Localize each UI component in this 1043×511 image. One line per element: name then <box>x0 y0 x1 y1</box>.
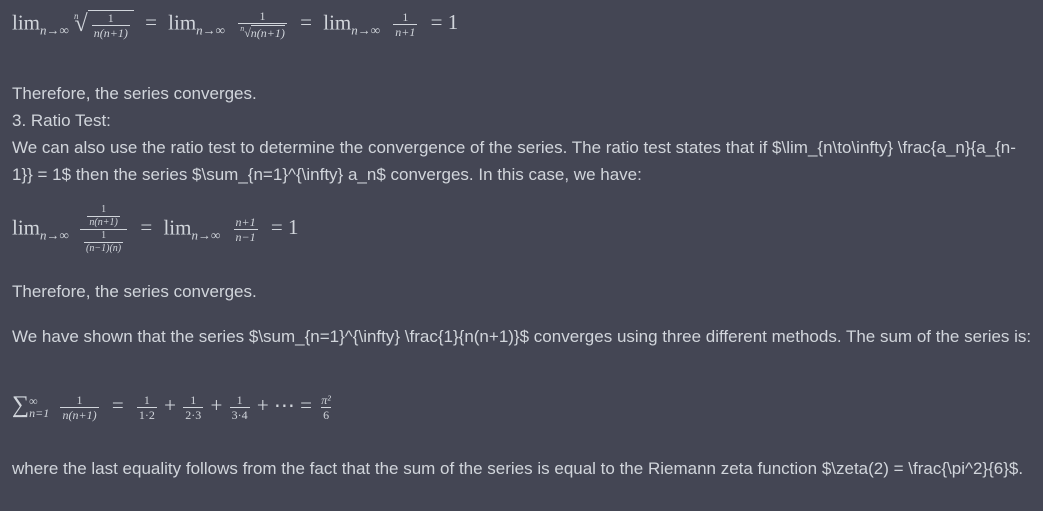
lim-text: lim <box>323 10 352 35</box>
lim-subscript: n→∞ <box>351 22 381 38</box>
equals-sign: = <box>111 393 124 417</box>
root-index: n <box>240 24 245 33</box>
root-index: n <box>74 10 79 21</box>
lim-subscript: n→∞ <box>40 22 69 38</box>
plus-sign: + <box>210 393 223 417</box>
conclusion-text: Therefore, the series converges. <box>12 84 257 103</box>
lim-text: lim <box>168 10 197 35</box>
denominator: n−1 <box>233 229 258 244</box>
equals-sign: = <box>145 10 157 35</box>
denominator: 6 <box>321 406 332 422</box>
numerator: 1 <box>259 9 266 23</box>
series-sum-equation: ∑ ∞ n=1 1 n(n+1) = 1 1·2 + 1 2·3 + 1 3·4 +… <box>12 392 335 421</box>
fraction: π² 6 <box>319 394 333 421</box>
denominator: 3·4 <box>229 406 250 422</box>
fraction: 1 1·2 <box>136 392 157 422</box>
plus-sign: + <box>164 393 176 417</box>
numerator: 1 <box>107 10 114 25</box>
radicand: 1 n(n+1) <box>87 10 134 40</box>
section-heading: 3. Ratio Test: <box>12 111 111 130</box>
fraction: 1 (n−1)(n) <box>84 230 124 254</box>
summary-paragraph: We have shown that the series $\sum_{n=1… <box>12 327 1032 346</box>
denominator: n(n+1) <box>91 24 130 40</box>
denominator: 2·3 <box>183 406 204 422</box>
fraction: 1 n(n+1) <box>87 204 120 228</box>
lim-text: lim <box>163 215 192 240</box>
fraction: n+1 n−1 <box>233 215 258 244</box>
limit-equation-1: limn→∞ n √ 1 n(n+1) = limn→∞ 1 n√n(n+1) … <box>12 9 464 40</box>
numerator: 1 <box>76 392 83 407</box>
denominator: 1·2 <box>136 406 157 422</box>
denominator: n(n+1) <box>87 216 120 228</box>
numerator: π² <box>321 392 331 407</box>
numerator: 1 <box>236 392 243 407</box>
fraction: 1 n√n(n+1) <box>238 9 287 40</box>
equals-sign: = <box>140 215 153 240</box>
lim-subscript: n→∞ <box>40 227 69 243</box>
fraction: 1 n(n+1) <box>60 392 99 422</box>
compound-fraction: 1 n(n+1) 1 (n−1)(n) <box>80 205 128 254</box>
denominator: n√n(n+1) <box>238 23 287 40</box>
equals-sign: = <box>300 10 312 35</box>
denominator: 1 (n−1)(n) <box>80 229 128 254</box>
final-paragraph: where the last equality follows from the… <box>12 459 1024 478</box>
numerator: 1 <box>143 392 150 407</box>
lim-subscript: n→∞ <box>196 22 225 38</box>
ratio-equation: limn→∞ 1 n(n+1) 1 (n−1)(n) = limn→∞ n+1 … <box>12 205 304 254</box>
fraction: 1 3·4 <box>229 392 250 422</box>
equals-one: = 1 <box>270 215 299 240</box>
ellipsis-equals: + ⋯ = <box>256 393 313 417</box>
fraction: 1 2·3 <box>183 392 204 422</box>
conclusion-text: Therefore, the series converges. <box>12 282 257 301</box>
numerator: 1 <box>190 392 197 407</box>
numerator: 1 <box>402 10 409 24</box>
radicand: n(n+1) <box>250 25 285 40</box>
fraction: 1 n+1 <box>393 10 418 39</box>
numerator: 1 <box>101 230 107 241</box>
denominator: n(n+1) <box>60 406 99 422</box>
sum-lower-limit: n=1 <box>29 406 50 421</box>
equals-one: = 1 <box>430 10 459 35</box>
fraction: 1 n(n+1) <box>91 10 130 40</box>
numerator: 1 <box>101 204 107 215</box>
lim-text: lim <box>12 215 41 240</box>
numerator: n+1 <box>235 215 256 229</box>
denominator: n+1 <box>393 24 418 39</box>
lim-text: lim <box>12 10 41 35</box>
ratio-test-paragraph: We can also use the ratio test to determ… <box>12 138 1016 184</box>
numerator: 1 n(n+1) <box>83 205 123 229</box>
sigma-symbol: ∑ <box>12 392 30 418</box>
lim-subscript: n→∞ <box>191 227 221 243</box>
denominator: (n−1)(n) <box>84 242 124 254</box>
nth-root: n √ 1 n(n+1) <box>74 10 134 39</box>
